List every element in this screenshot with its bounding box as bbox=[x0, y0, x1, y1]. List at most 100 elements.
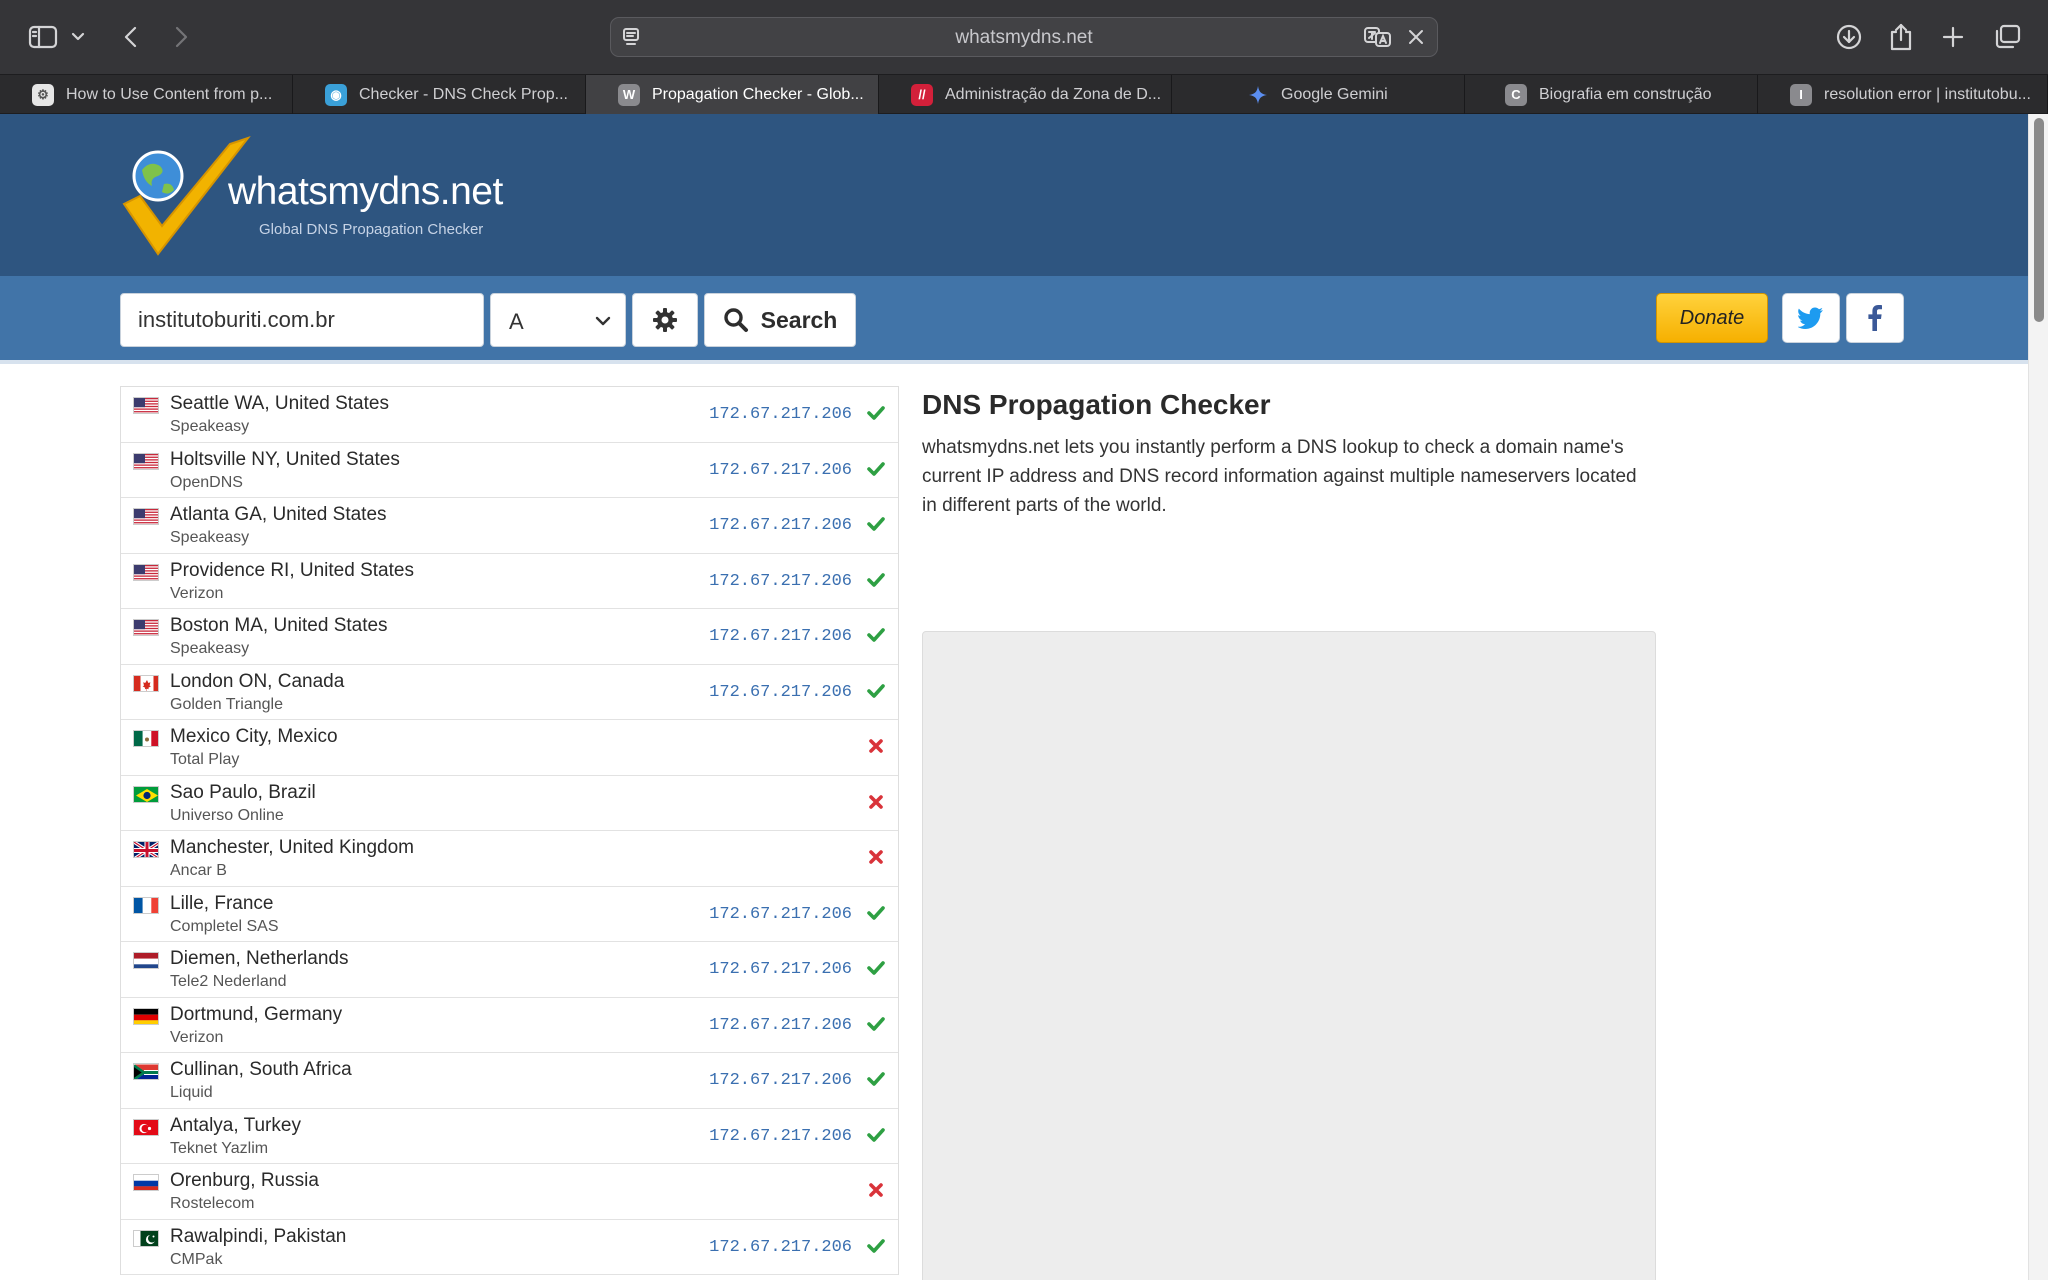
result-location: Cullinan, South Africa bbox=[170, 1059, 352, 1080]
tab-label: Biografia em construção bbox=[1539, 85, 1712, 103]
result-row[interactable]: London ON, Canada Golden Triangle 172.67.2… bbox=[121, 665, 898, 720]
result-ip[interactable]: 172.67.217.206 bbox=[709, 1071, 852, 1090]
scrollbar[interactable] bbox=[2028, 114, 2048, 1280]
flag-nl-icon bbox=[133, 952, 159, 969]
flag-za-icon bbox=[133, 1063, 159, 1080]
result-row[interactable]: Cullinan, South Africa Liquid 172.67.217.2… bbox=[121, 1053, 898, 1109]
result-row[interactable]: Manchester, United Kingdom Ancar B bbox=[121, 831, 898, 887]
result-provider: Speakeasy bbox=[170, 529, 250, 546]
check-icon bbox=[866, 1125, 886, 1145]
result-row[interactable]: Atlanta GA, United States Speakeasy 172.67… bbox=[121, 498, 898, 554]
result-row[interactable]: Rawalpindi, Pakistan CMPak 172.67.217.206 bbox=[121, 1220, 898, 1275]
url-text[interactable]: whatsmydns.net bbox=[611, 27, 1437, 49]
back-icon[interactable] bbox=[114, 20, 148, 54]
result-location: Atlanta GA, United States bbox=[170, 504, 387, 525]
close-icon[interactable] bbox=[1405, 26, 1427, 53]
gear-favicon-icon: ⚙ bbox=[32, 83, 54, 106]
forward-icon[interactable] bbox=[164, 20, 198, 54]
twitter-button[interactable] bbox=[1782, 293, 1840, 343]
new-tab-icon[interactable] bbox=[1936, 20, 1970, 54]
tab-administracao-zona[interactable]: // Administração da Zona de D... bbox=[879, 75, 1172, 114]
result-provider: OpenDNS bbox=[170, 473, 243, 491]
result-ip[interactable]: 172.67.217.206 bbox=[709, 1016, 852, 1035]
tab-how-to-use-content[interactable]: ⚙ How to Use Content from p... bbox=[0, 75, 293, 114]
scrollbar-thumb[interactable] bbox=[2034, 118, 2044, 322]
result-provider: Teknet Yazlim bbox=[170, 1139, 269, 1157]
result-provider: Ancar B bbox=[170, 862, 227, 879]
result-location: Manchester, United Kingdom bbox=[170, 837, 414, 858]
flag-us-icon bbox=[133, 397, 159, 414]
result-row[interactable]: Seattle WA, United States Speakeasy 172.67… bbox=[121, 387, 898, 443]
result-row[interactable]: Sao Paulo, Brazil Universo Online bbox=[121, 776, 898, 831]
map-placeholder bbox=[922, 631, 1656, 1280]
check-icon bbox=[866, 681, 886, 701]
result-provider: CMPak bbox=[170, 1250, 223, 1268]
flag-tr-icon bbox=[133, 1118, 159, 1136]
result-row[interactable]: Mexico City, Mexico Total Play bbox=[121, 720, 898, 776]
result-row[interactable]: Orenburg, Russia Rostelecom bbox=[121, 1164, 898, 1220]
site-tagline: Global DNS Propagation Checker bbox=[259, 221, 484, 238]
w-favicon-icon: W bbox=[618, 83, 640, 106]
tab-biografia[interactable]: C Biografia em construção bbox=[1465, 75, 1758, 114]
result-row[interactable]: Providence RI, United States Verizon 172.6… bbox=[121, 554, 898, 609]
result-ip[interactable]: 172.67.217.206 bbox=[709, 905, 852, 924]
tab-dns-checker[interactable]: ◉ Checker - DNS Check Prop... bbox=[293, 75, 586, 114]
result-provider: Rostelecom bbox=[170, 1195, 255, 1212]
tab-overview-icon[interactable] bbox=[1990, 20, 2024, 54]
tab-bar: ⚙ How to Use Content from p... ◉ Checker… bbox=[0, 74, 2048, 114]
result-row[interactable]: Diemen, Netherlands Tele2 Nederland 172.67… bbox=[121, 942, 898, 998]
result-ip[interactable]: 172.67.217.206 bbox=[709, 683, 852, 702]
result-ip[interactable]: 172.67.217.206 bbox=[709, 1238, 852, 1257]
result-provider: Golden Triangle bbox=[170, 695, 283, 713]
sidebar-toggle-icon[interactable] bbox=[26, 20, 60, 54]
result-location: Dortmund, Germany bbox=[170, 1003, 343, 1025]
share-icon[interactable] bbox=[1884, 20, 1918, 54]
download-icon[interactable] bbox=[1832, 20, 1866, 54]
result-ip[interactable]: 172.67.217.206 bbox=[709, 1127, 852, 1146]
check-icon bbox=[866, 903, 886, 923]
check-icon bbox=[866, 958, 886, 978]
i-favicon-icon: I bbox=[1790, 83, 1812, 106]
result-row[interactable]: Lille, France Completel SAS 172.67.217.206 bbox=[121, 887, 898, 942]
search-button[interactable]: Search bbox=[704, 293, 856, 347]
result-location: Sao Paulo, Brazil bbox=[170, 781, 316, 803]
result-row[interactable]: Dortmund, Germany Verizon 172.67.217.206 bbox=[121, 998, 898, 1053]
result-ip[interactable]: 172.67.217.206 bbox=[709, 572, 852, 591]
check-icon bbox=[866, 403, 886, 423]
record-type-select[interactable]: A bbox=[490, 293, 626, 347]
chevron-down-icon bbox=[595, 314, 611, 332]
result-location: Lille, France bbox=[170, 892, 274, 914]
chevron-down-icon[interactable] bbox=[66, 20, 90, 54]
site-logo[interactable]: whatsmydns.net Global DNS Propagation Ch… bbox=[118, 134, 503, 258]
browser-toolbar: whatsmydns.net bbox=[0, 0, 2048, 74]
result-location: Seattle WA, United States bbox=[170, 393, 389, 414]
check-icon bbox=[866, 625, 886, 645]
result-ip[interactable]: 172.67.217.206 bbox=[709, 461, 852, 480]
cross-icon bbox=[866, 736, 886, 756]
result-row[interactable]: Boston MA, United States Speakeasy 172.67.… bbox=[121, 609, 898, 665]
donate-button[interactable]: Donate bbox=[1656, 293, 1768, 343]
result-ip[interactable]: 172.67.217.206 bbox=[709, 516, 852, 535]
result-location: Mexico City, Mexico bbox=[170, 726, 338, 747]
result-ip[interactable]: 172.67.217.206 bbox=[709, 627, 852, 646]
facebook-icon bbox=[1868, 305, 1882, 331]
tab-resolution-error[interactable]: I resolution error | institutobu... bbox=[1758, 75, 2048, 114]
result-ip[interactable]: 172.67.217.206 bbox=[709, 960, 852, 979]
result-row[interactable]: Holtsville NY, United States OpenDNS 172.6… bbox=[121, 443, 898, 498]
tab-google-gemini[interactable]: Google Gemini bbox=[1172, 75, 1465, 114]
domain-input[interactable] bbox=[120, 293, 484, 347]
tab-propagation-checker[interactable]: W Propagation Checker - Glob... bbox=[586, 75, 879, 114]
flag-us-icon bbox=[133, 619, 159, 636]
address-bar[interactable]: whatsmydns.net bbox=[610, 17, 1438, 57]
tab-label: resolution error | institutobu... bbox=[1824, 85, 2031, 103]
result-row[interactable]: Antalya, Turkey Teknet Yazlim 172.67.217.2… bbox=[121, 1109, 898, 1164]
result-location: Providence RI, United States bbox=[170, 559, 414, 581]
tab-label: Administração da Zona de D... bbox=[945, 85, 1162, 103]
result-ip[interactable]: 172.67.217.206 bbox=[709, 405, 852, 424]
translate-icon[interactable] bbox=[1363, 26, 1393, 53]
flag-fr-icon bbox=[133, 896, 159, 914]
facebook-button[interactable] bbox=[1846, 293, 1904, 343]
tab-label: Propagation Checker - Glob... bbox=[652, 85, 864, 103]
result-location: Diemen, Netherlands bbox=[170, 948, 349, 969]
settings-button[interactable] bbox=[632, 293, 698, 347]
